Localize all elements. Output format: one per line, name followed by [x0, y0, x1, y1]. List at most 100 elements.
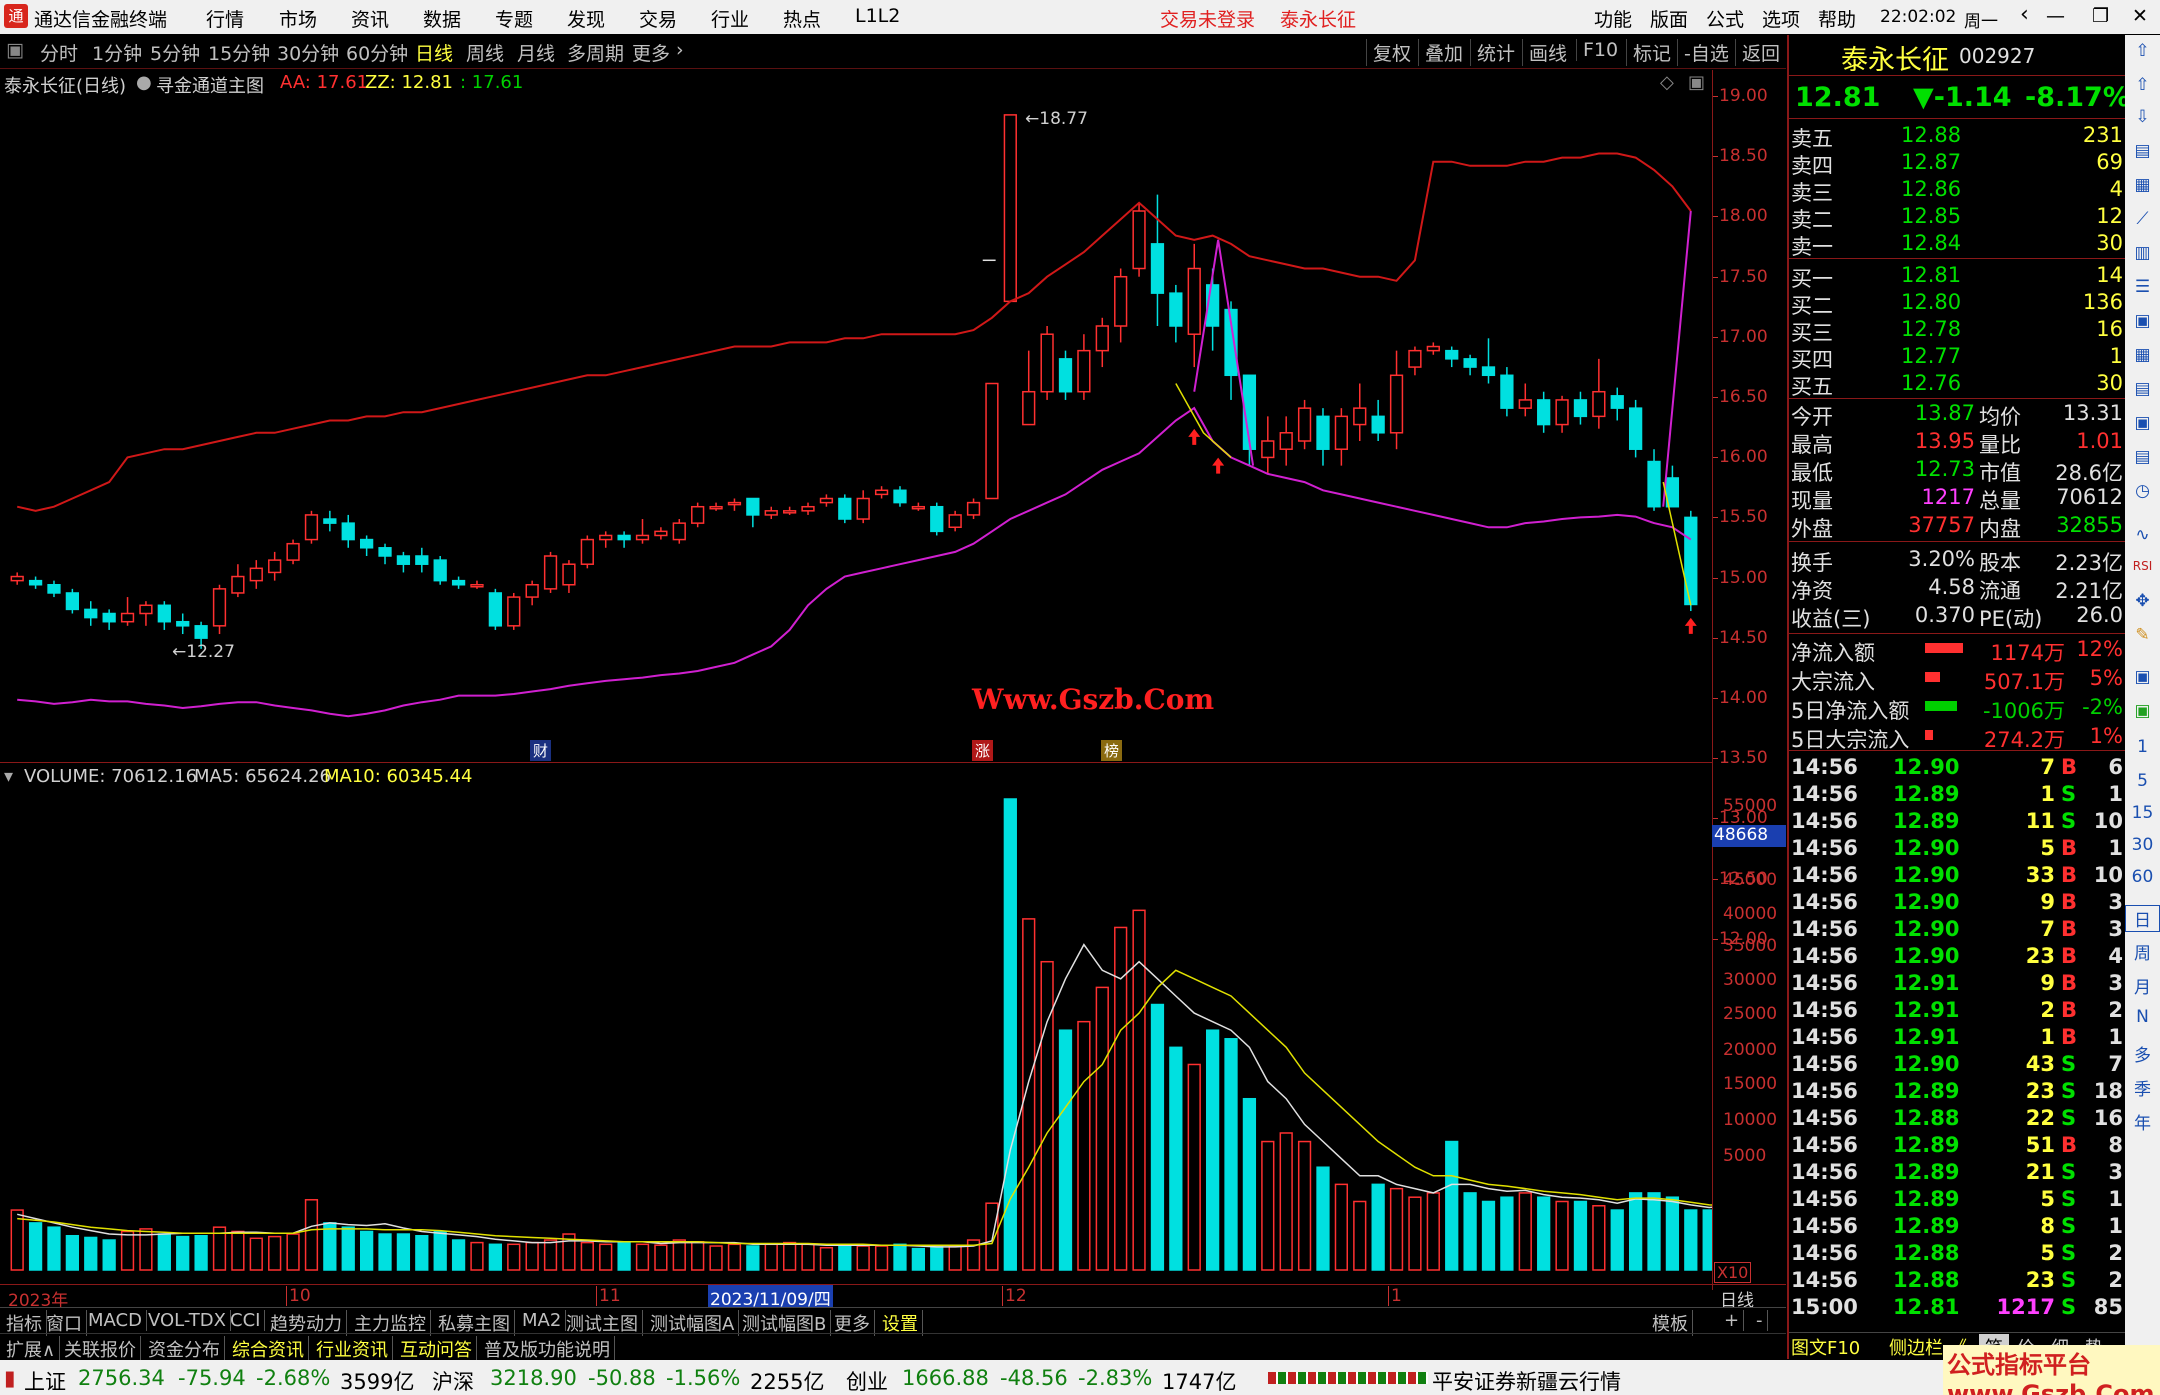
zhang-badge[interactable]: 涨: [972, 740, 994, 761]
period-n[interactable]: N: [2125, 1007, 2160, 1027]
login-status[interactable]: 交易未登录: [1160, 5, 1255, 32]
indicator-name[interactable]: 寻金通道主图: [156, 72, 264, 98]
clock-icon[interactable]: ◷: [2125, 481, 2160, 501]
period-more[interactable]: 更多: [632, 39, 670, 66]
tool-huaxian[interactable]: 画线: [1522, 39, 1567, 66]
diamond-icon[interactable]: ◇: [1660, 72, 1674, 93]
menu-xuanxiang[interactable]: 选项: [1762, 5, 1800, 32]
period-duo[interactable]: 多: [2125, 1041, 2160, 1066]
info-tab-3[interactable]: 综合资讯: [228, 1336, 309, 1362]
back-icon[interactable]: ‹: [2020, 2, 2029, 27]
fin-icon[interactable]: ▣: [2125, 311, 2160, 331]
menu-jiaoyi[interactable]: 交易: [639, 5, 677, 32]
pen-icon[interactable]: ✎: [2125, 625, 2160, 645]
tab-3[interactable]: VOL-TDX: [144, 1310, 231, 1331]
tool-f10[interactable]: F10: [1576, 39, 1618, 61]
menu-shuju[interactable]: 数据: [423, 5, 461, 32]
period-30min[interactable]: 30分钟: [277, 39, 339, 66]
menu-shichang[interactable]: 市场: [279, 5, 317, 32]
list-icon[interactable]: ☰: [2125, 277, 2160, 297]
doc-icon[interactable]: ▤: [2125, 447, 2160, 467]
candlestick-chart[interactable]: [0, 96, 1712, 760]
minimize-icon[interactable]: —: [2046, 5, 2065, 27]
tool-biaoji[interactable]: 标记: [1626, 39, 1671, 66]
tool-diejia[interactable]: 叠加: [1418, 39, 1463, 66]
fz-icon[interactable]: ▣: [2125, 413, 2160, 433]
tab-8[interactable]: MA2: [518, 1310, 567, 1331]
period-15min[interactable]: 15分钟: [208, 39, 270, 66]
menu-gongshi[interactable]: 公式: [1706, 5, 1744, 32]
tool-fuquan[interactable]: 复权: [1366, 39, 1411, 66]
period-zhou[interactable]: 周: [2125, 939, 2160, 964]
menu-zhuanti[interactable]: 专题: [495, 5, 533, 32]
menu-banmian[interactable]: 版面: [1650, 5, 1688, 32]
period-fenshi[interactable]: 分时: [40, 39, 78, 66]
wave-icon[interactable]: ∿: [2125, 525, 2160, 545]
rsi-icon[interactable]: RSI: [2125, 559, 2160, 573]
down-up-icon[interactable]: ⇧: [2125, 75, 2160, 95]
period-ri[interactable]: 日: [2125, 905, 2160, 932]
menu-l1l2[interactable]: L1L2: [855, 5, 900, 27]
num-1[interactable]: 1: [2125, 737, 2160, 757]
tab-sidebar[interactable]: 侧边栏: [1889, 1334, 1943, 1360]
menu-zixun[interactable]: 资讯: [351, 5, 389, 32]
num-30[interactable]: 30: [2125, 835, 2160, 855]
move-icon[interactable]: ✥: [2125, 591, 2160, 611]
table-icon[interactable]: ▦: [2125, 345, 2160, 365]
period-yue[interactable]: 月: [2125, 973, 2160, 998]
close-icon[interactable]: ✕: [2132, 5, 2148, 27]
restore-icon[interactable]: ❐: [2092, 5, 2109, 27]
tool-tongji[interactable]: 统计: [1470, 39, 1515, 66]
info-tab-6[interactable]: 普及版功能说明: [480, 1336, 615, 1362]
fs-icon[interactable]: ▣: [2125, 667, 2160, 687]
indicator-toggle-icon[interactable]: ●: [136, 72, 152, 93]
period-multi[interactable]: 多周期: [567, 39, 624, 66]
grid-icon[interactable]: ▦: [2125, 175, 2160, 195]
window-icon[interactable]: ▣: [1688, 72, 1705, 93]
info-tab-0[interactable]: 扩展∧: [2, 1336, 61, 1362]
tab-right-1[interactable]: +: [1720, 1310, 1745, 1331]
book-icon[interactable]: ▤: [2125, 141, 2160, 161]
tool-zixuan[interactable]: -自选: [1677, 39, 1729, 66]
period-60min[interactable]: 60分钟: [346, 39, 408, 66]
info-tab-5[interactable]: 互动问答: [396, 1336, 477, 1362]
num-60[interactable]: 60: [2125, 867, 2160, 887]
tab-4[interactable]: CCI: [226, 1310, 266, 1331]
tab-tuwen-f10[interactable]: 图文F10: [1791, 1334, 1860, 1360]
panel-toggle-icon[interactable]: ▣: [6, 39, 24, 61]
tab-right-2[interactable]: -: [1752, 1310, 1768, 1331]
sh-label[interactable]: 上证: [24, 1366, 66, 1395]
period-weekly[interactable]: 周线: [466, 39, 504, 66]
menu-hangqing[interactable]: 行情: [206, 5, 244, 32]
info-tab-4[interactable]: 行业资讯: [312, 1336, 393, 1362]
period-nian[interactable]: 年: [2125, 1109, 2160, 1134]
period-5min[interactable]: 5分钟: [150, 39, 200, 66]
up-icon[interactable]: ⇧: [2125, 41, 2160, 61]
sz-label[interactable]: 沪深: [432, 1366, 474, 1395]
period-daily[interactable]: 日线: [415, 39, 453, 66]
period-monthly[interactable]: 月线: [517, 39, 555, 66]
cy-label[interactable]: 创业: [846, 1366, 888, 1395]
cai-badge[interactable]: 财: [530, 740, 552, 761]
bang-badge[interactable]: 榜: [1101, 740, 1123, 761]
menu-gongneng[interactable]: 功能: [1594, 5, 1632, 32]
num-5[interactable]: 5: [2125, 771, 2160, 791]
chart-icon[interactable]: ▤: [2125, 379, 2160, 399]
period-ji[interactable]: 季: [2125, 1075, 2160, 1100]
period-1min[interactable]: 1分钟: [92, 39, 142, 66]
menu-faxian[interactable]: 发现: [567, 5, 605, 32]
num-15[interactable]: 15: [2125, 803, 2160, 823]
volume-toggle-icon[interactable]: ▾: [4, 766, 13, 787]
info-tab-1[interactable]: 关联报价: [60, 1336, 141, 1362]
info-tab-2[interactable]: 资金分布: [144, 1336, 225, 1362]
menu-hangye[interactable]: 行业: [711, 5, 749, 32]
tab-2[interactable]: MACD: [84, 1310, 147, 1331]
chevron-right-icon[interactable]: ›: [676, 39, 684, 61]
tick-list[interactable]: 14:56 12.90 7 B 6 14:56 12.89 1 S 1 14:56 12.89 11 S 1…: [1789, 753, 2127, 1353]
menu-redian[interactable]: 热点: [783, 5, 821, 32]
kline-icon[interactable]: ▥: [2125, 243, 2160, 263]
green-icon[interactable]: ▣: [2125, 701, 2160, 721]
menu-bangzhu[interactable]: 帮助: [1818, 5, 1856, 32]
volume-chart[interactable]: [0, 790, 1712, 1290]
line-chart-icon[interactable]: ⟋: [2125, 209, 2160, 229]
